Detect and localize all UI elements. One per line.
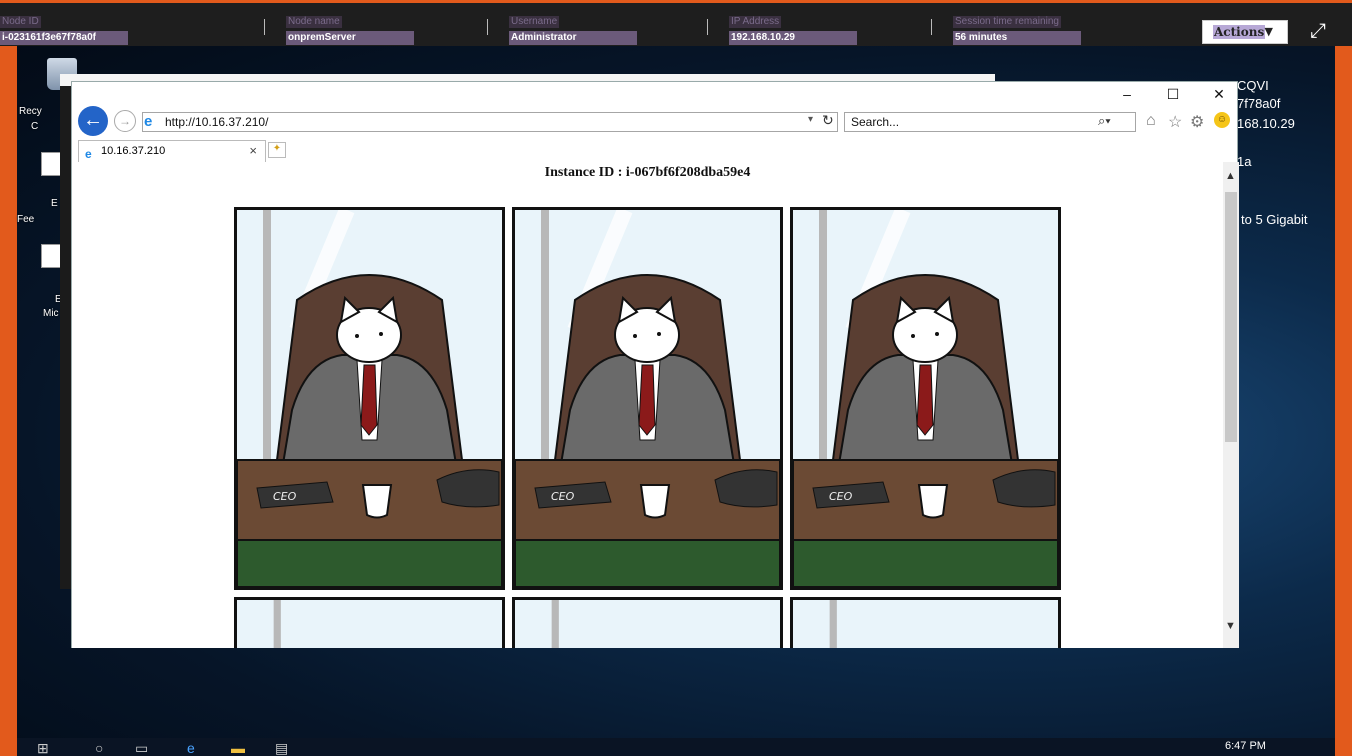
separator xyxy=(707,19,708,35)
node-name-value: onpremServer xyxy=(286,31,414,45)
comic-panel xyxy=(234,597,505,648)
vertical-scrollbar[interactable]: ▲ ▼ xyxy=(1223,162,1239,648)
tab-10-16-37-210[interactable]: e 10.16.37.210 × xyxy=(78,140,266,162)
cat-ceo-illustration: CEO xyxy=(515,210,780,587)
address-dropdown-icon[interactable]: ▾ xyxy=(808,114,813,125)
comic-panel xyxy=(790,597,1061,648)
search-icon[interactable]: ⌕▾ xyxy=(1098,113,1111,129)
scroll-down-icon[interactable]: ▼ xyxy=(1225,620,1236,632)
node-id-field: Node ID i-023161f3e67f78a0f xyxy=(0,11,128,47)
separator xyxy=(487,19,488,35)
feedback-smiley-icon[interactable]: ☺ xyxy=(1214,112,1230,128)
username-value: Administrator xyxy=(509,31,637,45)
username-field: Username Administrator xyxy=(509,11,637,47)
ie-taskbar-icon[interactable]: e xyxy=(187,740,195,756)
favorites-star-icon[interactable]: ☆ xyxy=(1168,112,1182,132)
username-label: Username xyxy=(509,16,560,28)
separator xyxy=(264,19,265,35)
settings-gear-icon[interactable]: ⚙ xyxy=(1190,112,1204,132)
scrollbar-thumb[interactable] xyxy=(1225,192,1237,442)
sys-info-line: 7f78a0f xyxy=(1237,96,1281,111)
window-illustration xyxy=(551,600,559,648)
comic-panel: CEO xyxy=(234,207,505,590)
sys-info-line: CQVI xyxy=(1237,78,1269,93)
refresh-icon[interactable]: ↻ xyxy=(822,112,834,129)
tab-title: 10.16.37.210 xyxy=(101,145,166,157)
ie-logo-icon: e xyxy=(144,113,153,130)
window-illustration xyxy=(273,600,281,648)
close-icon[interactable]: ✕ xyxy=(1206,86,1232,102)
remote-desktop: Recy C P R R E Fee R P A E Mic C CQVI 7f… xyxy=(17,46,1335,756)
browser-window: – ☐ ✕ ← → http://10.16.37.210/ e ▾ ↻ Sea… xyxy=(71,81,1239,648)
document-icon[interactable] xyxy=(41,244,61,268)
ip-address-label: IP Address xyxy=(729,16,782,28)
scroll-up-icon[interactable]: ▲ xyxy=(1225,170,1236,182)
session-time-label: Session time remaining xyxy=(953,16,1061,28)
browser-navbar: ← → http://10.16.37.210/ e ▾ ↻ Search...… xyxy=(72,102,1237,138)
expand-icon[interactable]: ⤢ xyxy=(1306,20,1330,44)
ip-address-field: IP Address 192.168.10.29 xyxy=(729,11,857,47)
desktop-icon-label: Recy xyxy=(19,106,42,117)
sys-info-line: 1a xyxy=(1237,154,1252,169)
taskbar-clock: 6:47 PM xyxy=(1225,740,1266,752)
actions-button[interactable]: Actions ▼ xyxy=(1202,20,1288,44)
sys-info-line: to 5 Gigabit xyxy=(1241,212,1308,227)
ceo-nameplate-text: CEO xyxy=(551,490,575,503)
ie-tab-icon: e xyxy=(85,147,92,161)
session-header: Node ID i-023161f3e67f78a0f Node name on… xyxy=(0,0,1352,46)
separator xyxy=(931,19,932,35)
caret-down-icon: ▼ xyxy=(1264,25,1273,38)
page-heading: Instance ID : i-067bf6f208dba59e4 xyxy=(544,165,751,180)
page-content: Instance ID : i-067bf6f208dba59e4 CEO CE… xyxy=(72,162,1223,648)
document-icon[interactable] xyxy=(41,152,61,176)
back-arrow-icon[interactable]: ← xyxy=(78,106,108,136)
ceo-nameplate-text: CEO xyxy=(829,490,853,503)
cat-ceo-illustration: CEO xyxy=(237,210,502,587)
home-icon[interactable]: ⌂ xyxy=(1146,112,1156,130)
start-icon[interactable]: ⊞ xyxy=(37,740,49,756)
cat-ceo-illustration: CEO xyxy=(793,210,1058,587)
server-manager-icon[interactable]: ▤ xyxy=(275,740,288,756)
ceo-nameplate-text: CEO xyxy=(273,490,297,503)
browser-titlebar: – ☐ ✕ xyxy=(72,82,1237,104)
new-tab-icon[interactable]: ✦ xyxy=(268,142,286,158)
session-time-value: 56 minutes xyxy=(953,31,1081,45)
session-time-field: Session time remaining 56 minutes xyxy=(953,11,1081,47)
taskbar: ⊞ ○ ▭ e ▬ ▤ 6:47 PM xyxy=(17,738,1335,756)
node-id-label: Node ID xyxy=(0,16,41,28)
desktop-icon-label: E xyxy=(51,198,58,209)
comic-panel: CEO xyxy=(512,207,783,590)
actions-label: Actions xyxy=(1213,25,1266,39)
forward-arrow-icon[interactable]: → xyxy=(114,110,136,132)
search-input[interactable]: Search... xyxy=(844,112,1136,132)
tab-bar: e 10.16.37.210 × ✦ xyxy=(72,138,1237,162)
comic-panel: CEO xyxy=(790,207,1061,590)
maximize-icon[interactable]: ☐ xyxy=(1160,86,1186,102)
file-explorer-icon[interactable]: ▬ xyxy=(231,740,245,756)
desktop-icon-label: C xyxy=(31,121,39,132)
desktop-icon-label: Fee xyxy=(17,214,35,225)
sys-info-line: 168.10.29 xyxy=(1237,116,1295,131)
address-bar[interactable]: http://10.16.37.210/ xyxy=(142,112,838,132)
minimize-icon[interactable]: – xyxy=(1114,86,1140,102)
node-name-label: Node name xyxy=(286,16,342,28)
node-name-field: Node name onpremServer xyxy=(286,11,414,47)
search-icon[interactable]: ○ xyxy=(95,740,103,756)
tab-close-icon[interactable]: × xyxy=(249,141,257,161)
desktop-icon-label: Mic xyxy=(43,308,59,319)
node-id-value: i-023161f3e67f78a0f xyxy=(0,31,128,45)
comic-panel xyxy=(512,597,783,648)
task-view-icon[interactable]: ▭ xyxy=(135,740,148,756)
ip-address-value: 192.168.10.29 xyxy=(729,31,857,45)
window-illustration xyxy=(829,600,837,648)
